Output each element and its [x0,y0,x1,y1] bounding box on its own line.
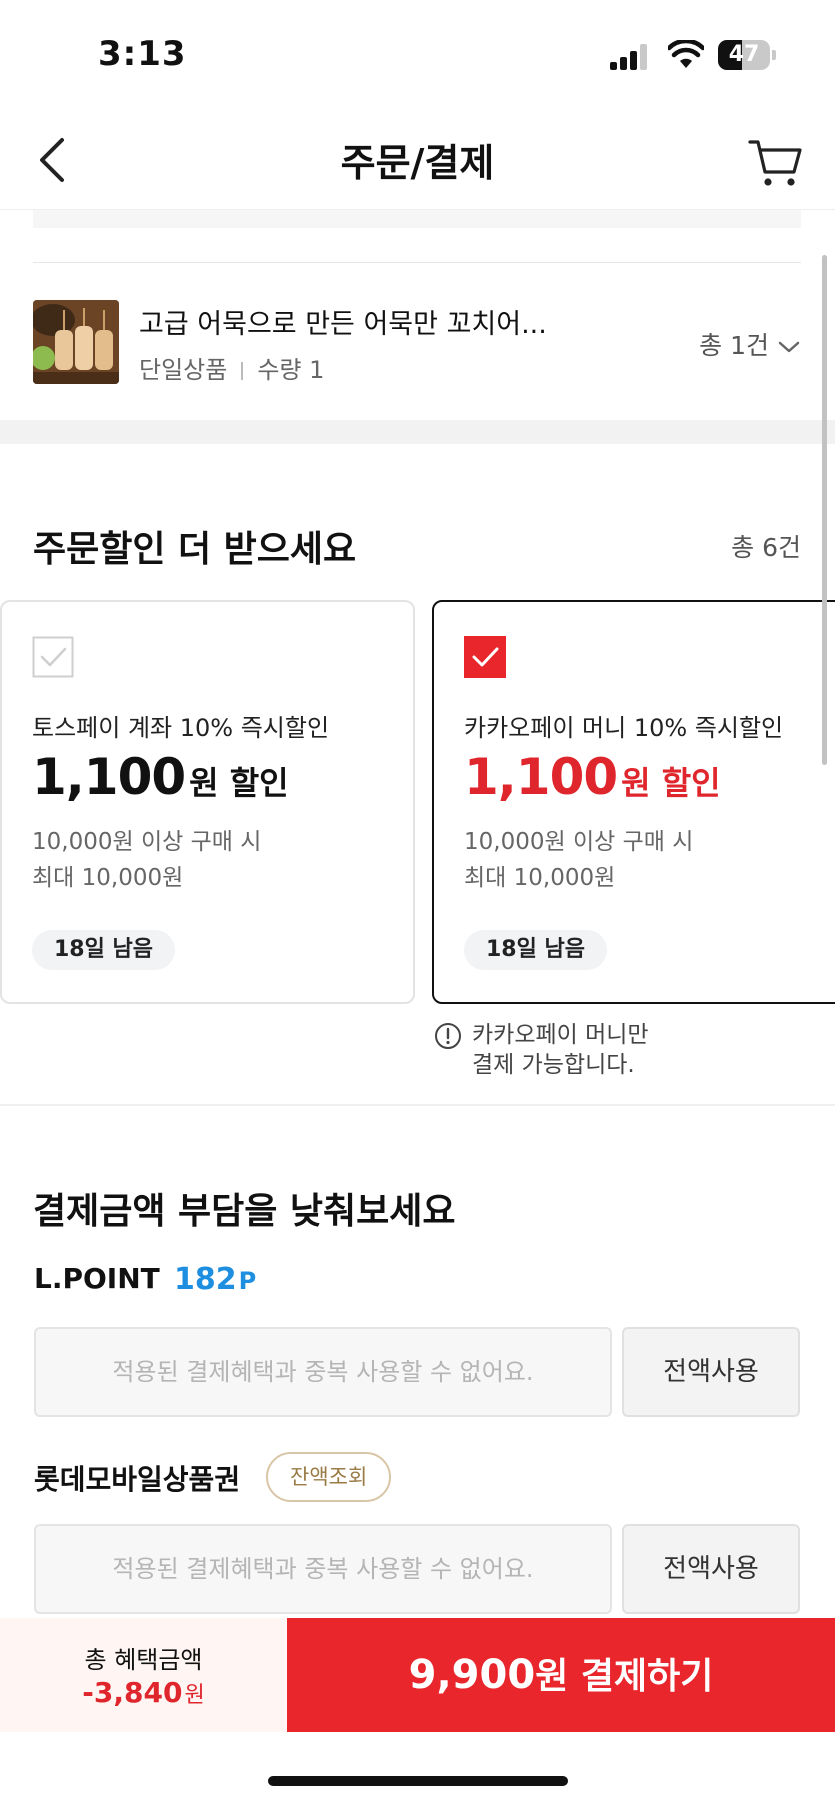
discount-section-title: 주문할인 더 받으세요 [33,529,357,570]
coupon-conditions: 10,000원 이상 구매 시 최대 10,000원 [464,824,693,896]
coupon-amount: 1,100 원 할인 [464,748,721,806]
divider [33,262,801,263]
benefit-summary: 총 혜택금액 -3,840원 [0,1618,287,1732]
giftcard-label: 롯데모바일상품권 [34,1463,241,1496]
wifi-icon [668,40,704,68]
cart-icon[interactable] [746,132,806,192]
product-thumbnail [33,300,119,384]
coupon-title: 카카오페이 머니 10% 즉시할인 [464,714,784,742]
signal-icon [610,44,650,70]
section-spacer [0,420,835,444]
coupon-amount-suffix: 원 할인 [621,764,721,802]
home-indicator[interactable] [268,1776,568,1786]
lpoint-unit: P [238,1267,257,1295]
pay-label: 원 결제하기 [535,1656,714,1697]
product-total-toggle[interactable]: 총 1건 [699,326,801,362]
checkbox-unchecked-icon[interactable] [32,636,74,678]
pay-amount: 9,900 [408,1652,536,1698]
coupon-note-line1: 카카오페이 머니만 [472,1022,649,1048]
scrollbar[interactable] [822,255,827,765]
coupon-card-toss[interactable]: 토스페이 계좌 10% 즉시할인 1,100 원 할인 10,000원 이상 구매… [0,600,415,1004]
coupon-amount-value: 1,100 [464,748,618,806]
meta-separator [241,362,244,380]
lpoint-amount-input[interactable]: 적용된 결제혜택과 중복 사용할 수 없어요. [34,1327,612,1417]
lpoint-value: 182 [174,1262,237,1297]
giftcard-amount-input[interactable]: 적용된 결제혜택과 중복 사용할 수 없어요. [34,1524,612,1614]
coupon-amount-suffix: 원 할인 [189,764,289,802]
page-title: 주문/결제 [340,141,495,185]
days-left-badge: 18일 남음 [464,930,607,970]
balance-check-button[interactable]: 잔액조회 [266,1452,392,1502]
pay-button[interactable]: 9,900원 결제하기 [287,1618,835,1732]
coupon-condition-max: 최대 10,000원 [464,865,616,891]
divider [0,1104,835,1106]
benefit-unit: 원 [184,1683,205,1708]
discount-count: 총 6건 [731,533,801,562]
product-type: 단일상품 [139,356,228,384]
coupon-card-kakao[interactable]: 카카오페이 머니 10% 즉시할인 1,100 원 할인 10,000원 이상 구… [432,600,835,1004]
coupon-condition-min: 10,000원 이상 구매 시 [32,829,262,855]
coupon-condition-min: 10,000원 이상 구매 시 [464,829,694,855]
product-quantity: 수량 1 [257,356,325,384]
coupon-amount: 1,100 원 할인 [32,748,289,806]
lpoint-use-all-button[interactable]: 전액사용 [622,1327,800,1417]
product-total: 총 1건 [699,331,769,360]
lpoint-balance: 182P [174,1262,256,1297]
checkbox-checked-icon[interactable] [464,636,506,678]
benefit-amount: -3,840원 [0,1676,287,1709]
coupon-note-line2: 결제 가능합니다. [472,1052,635,1078]
coupon-title: 토스페이 계좌 10% 즉시할인 [32,714,330,742]
order-product[interactable]: 고급 어묵으로 만든 어묵만 꼬치어... 단일상품 수량 1 총 1건 [33,298,801,386]
info-icon [435,1023,461,1049]
benefit-value: -3,840 [82,1676,183,1709]
product-name: 고급 어묵으로 만든 어묵만 꼬치어... [139,309,547,340]
giftcard-use-all-button[interactable]: 전액사용 [622,1524,800,1614]
benefit-label: 총 혜택금액 [84,1646,203,1674]
coupon-conditions: 10,000원 이상 구매 시 최대 10,000원 [32,824,261,896]
bottom-bar: 총 혜택금액 -3,840원 9,900원 결제하기 [0,1618,835,1732]
chevron-down-icon [778,341,800,353]
product-meta: 단일상품 수량 1 [139,350,324,385]
coupon-condition-max: 최대 10,000원 [32,865,184,891]
payment-section-title: 결제금액 부담을 낮춰보세요 [33,1191,456,1232]
status-time: 3:13 [98,34,187,74]
header: 주문/결제 [0,110,835,210]
lpoint-label: L.POINT [34,1262,160,1295]
battery-level: 47 [728,42,760,67]
section-spacer [33,210,801,228]
days-left-badge: 18일 남음 [32,930,175,970]
status-bar: 3:13 47 [0,0,835,110]
coupon-amount-value: 1,100 [32,748,186,806]
battery-icon: 47 [718,40,776,70]
